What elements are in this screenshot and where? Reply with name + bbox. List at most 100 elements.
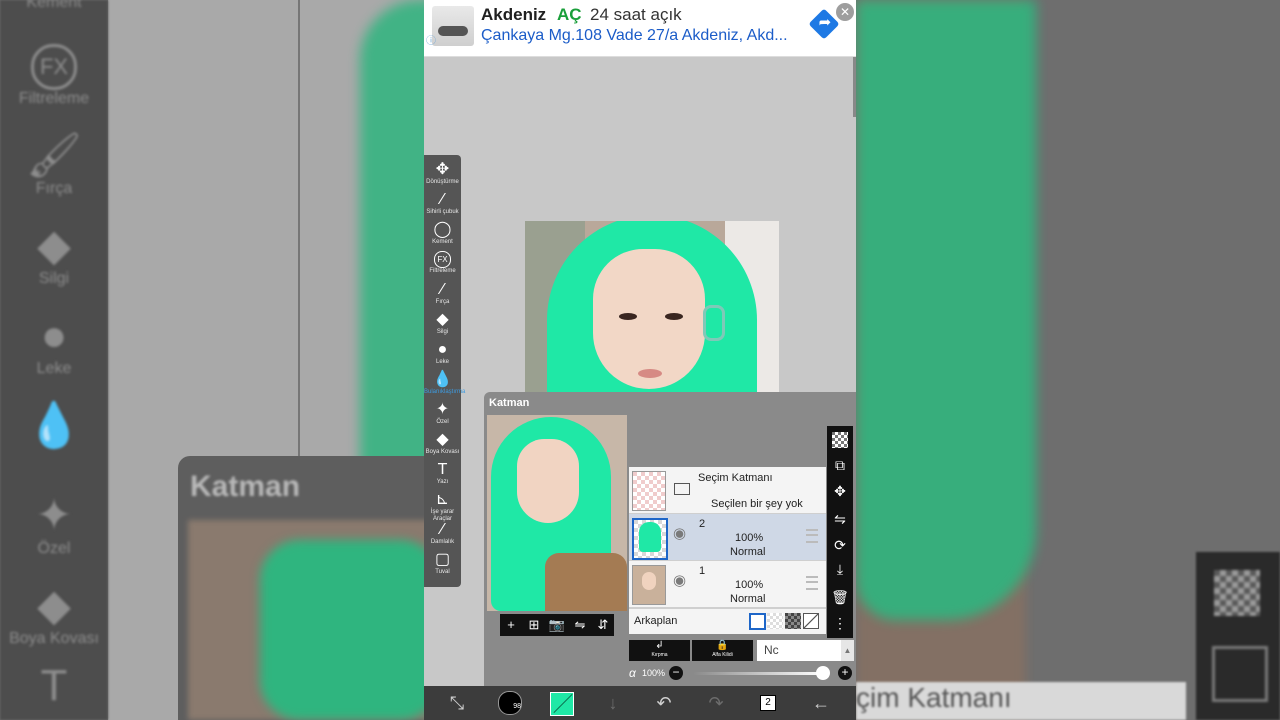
tool-blur[interactable]: 💧 Bulanıklaştırma [424,371,465,396]
tool-smudge[interactable]: ● Leke [424,341,461,366]
bg-tool-text: T [0,662,108,710]
bg-tool-bucket: ◆ Boya Kovası [0,582,108,648]
alpha-lock-button[interactable]: 🔒 Alfa Kilidi [692,640,753,661]
visibility-eye-icon[interactable]: ◉ [673,573,691,588]
opacity-row: α 100% − + [629,665,856,683]
smudge-icon: ● [40,311,68,360]
lock-icon: 🔒 [716,640,729,651]
layer-1-blend: Normal [730,593,766,605]
add-layer-box-icon[interactable]: ⊞ [523,614,545,636]
tool-bar: ✥ Dönüştürme ⁄ Sihirli çubuk ◯ Kement FX Fil… [424,155,465,587]
layer-2-opacity: 100% [735,532,764,544]
fx-icon: FX [434,251,451,268]
flip-vertical-icon[interactable]: ⇵ [592,614,614,636]
transfer-layer-icon[interactable]: ⧉ [827,456,853,474]
directions-icon[interactable]: ➦ [808,8,840,40]
canvas-eye-right [665,313,683,320]
canvas-icon: ▢ [434,551,451,568]
flip-icon[interactable]: ⇋ [827,510,853,528]
clipping-button[interactable]: ↲ Kırpma [629,640,690,661]
layer-row-1[interactable]: ◉ 1 100% Normal [629,561,826,608]
selection-layer-row[interactable]: Seçim Katmanı Seçilen bir şey yok [629,467,826,514]
layer-2-number: 2 [699,518,706,530]
eraser-icon: ◆ [436,311,449,328]
alpha-value: 100% [642,668,666,678]
background-checker-dark-swatch[interactable] [785,613,801,629]
tool-transform[interactable]: ✥ Dönüştürme [424,161,461,186]
fx-icon: FX [31,44,77,90]
merge-down-icon[interactable]: ⤓ [827,560,853,578]
rotate-icon[interactable]: ⟳ [827,536,853,554]
tool-canvas[interactable]: ▢ Tuval [424,551,461,576]
bucket-icon: ◆ [436,431,449,448]
layer-preview[interactable] [487,415,627,611]
layer-2-thumbnail [632,518,668,560]
background-none-swatch[interactable] [803,613,819,629]
ad-banner[interactable]: ⓘ Akdeniz AÇ 24 saat açık Çankaya Mg.108… [424,0,856,57]
drag-handle-icon[interactable] [806,529,818,543]
eraser-icon: ◆ [37,221,71,270]
redo-icon[interactable]: ↷ [701,690,731,716]
brush-size-button[interactable]: 98 [498,691,522,715]
brush-icon: ⁄ [441,281,444,298]
layer-row-2[interactable]: ◉ 2 100% Normal [629,514,826,561]
blend-mode-arrow-icon[interactable]: ▲ [841,640,854,661]
ad-open-status: AÇ [557,5,582,24]
tool-bucket[interactable]: ◆ Boya Kovası [424,431,461,456]
blend-mode-select[interactable]: Nc [757,640,841,661]
background-white-swatch[interactable] [749,613,766,630]
special-icon: ✦ [435,401,450,418]
layer-panel-title: Katman [489,397,530,409]
tool-utilities[interactable]: ⊾ İşe yarar Araçlar [424,491,461,523]
background-checker-light-swatch[interactable] [767,613,783,629]
opacity-slider[interactable] [693,672,823,675]
move-layer-icon[interactable]: ✥ [827,482,853,500]
ad-info-icon[interactable]: ⓘ [426,32,436,47]
camera-icon[interactable]: 📷 [546,614,568,636]
tool-text[interactable]: T Yazı [424,461,461,486]
background-panel-hair [260,540,424,720]
selection-layer-name: Seçim Katmanı [698,472,773,484]
tool-lasso[interactable]: ◯ Kement [424,221,461,246]
ad-close-icon[interactable]: ✕ [836,3,854,21]
tool-special[interactable]: ✦ Özel [424,401,461,426]
delete-icon[interactable]: 🗑 [827,588,853,606]
add-layer-icon[interactable]: + [500,614,522,636]
layers-icon[interactable]: 2 [753,690,783,716]
checkerboard-icon[interactable] [832,432,848,448]
visibility-eye-icon[interactable]: ◉ [673,526,691,541]
tool-eraser[interactable]: ◆ Silgi [424,311,461,336]
undo-icon[interactable]: ↶ [649,690,679,716]
ad-hours: 24 saat açık [590,5,682,24]
opacity-minus-button[interactable]: − [669,666,683,680]
more-icon[interactable]: ⋮ [827,614,853,632]
app-screen: ⓘ Akdeniz AÇ 24 saat açık Çankaya Mg.108… [424,0,856,720]
canvas-lips [638,369,662,378]
layer-1-number: 1 [699,565,706,577]
opacity-plus-button[interactable]: + [838,666,852,680]
tool-filter[interactable]: FX Filtreleme [424,251,461,275]
bg-tool-smudge: ● Leke [0,312,108,378]
color-swatch[interactable] [550,692,574,716]
transfer-layer-icon [1212,646,1268,702]
tool-magic-wand[interactable]: ⁄ Sihirli çubuk [424,191,461,216]
text-icon: T [437,461,448,478]
tool-brush[interactable]: ⁄ Fırça [424,281,461,306]
flip-horizontal-icon[interactable]: ⇋ [569,614,591,636]
background-strip: çim Katmanı [856,682,1186,720]
magic-wand-icon: ⁄ [441,191,444,208]
blur-icon: 💧 [432,371,453,388]
opacity-slider-knob[interactable] [816,666,830,680]
back-icon[interactable]: ← [806,690,836,716]
ad-title[interactable]: Akdeniz [481,5,546,25]
drag-handle-icon[interactable] [806,576,818,590]
download-icon[interactable]: ↓ [598,690,628,716]
tool-eyedropper[interactable]: ⁄ Damlalık [424,521,461,546]
ad-image[interactable] [432,6,474,46]
transform-icon[interactable]: ⤡ [442,690,472,716]
magic-wand-icon: ✦ [35,491,73,540]
scrollbar[interactable] [853,57,856,117]
background-hair-right [856,0,1036,620]
ad-address[interactable]: Çankaya Mg.108 Vade 27/a Akdeniz, Akd... [481,27,788,45]
selection-box-icon [674,483,690,495]
